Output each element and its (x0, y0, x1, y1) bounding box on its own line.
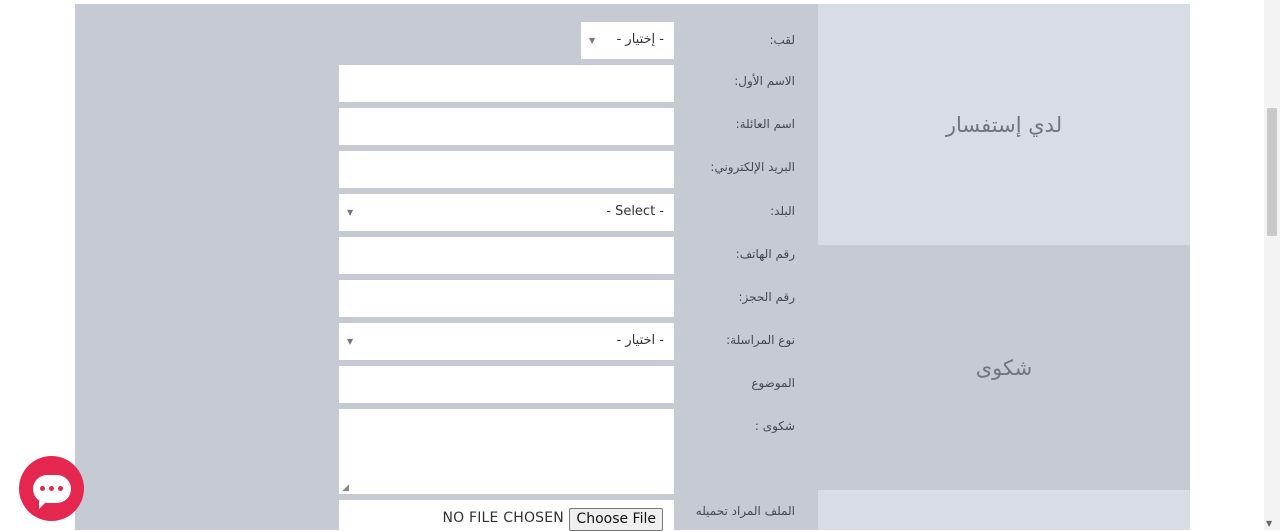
tab-inquiry[interactable]: لدي إستفسار (818, 4, 1190, 245)
subject-input[interactable] (339, 366, 674, 403)
resize-handle-icon[interactable]: ◢ (342, 483, 349, 493)
phone-label: رقم الهاتف: (735, 247, 795, 261)
first-name-input[interactable] (339, 65, 674, 102)
file-upload: NO FILE CHOSEN Choose File (339, 500, 674, 531)
correspondence-select[interactable]: - اختيار - ▼ (339, 323, 674, 360)
caret-down-icon: ▼ (347, 337, 354, 346)
last-name-input[interactable] (339, 108, 674, 145)
file-label: الملف المراد تحميله (695, 504, 795, 518)
choose-file-button[interactable]: Choose File (569, 508, 663, 531)
booking-label: رقم الحجز: (738, 290, 795, 304)
country-label: البلد: (770, 204, 795, 218)
tab-inquiry-label: لدي إستفسار (945, 112, 1063, 137)
correspondence-label: نوع المراسلة: (726, 333, 795, 347)
file-status: NO FILE CHOSEN (442, 510, 564, 526)
first-name-label: الاسم الأول: (734, 74, 795, 88)
chat-button[interactable] (19, 456, 84, 521)
scrollbar-thumb[interactable] (1267, 108, 1277, 236)
email-input[interactable] (339, 151, 674, 188)
country-select[interactable]: - Select - ▼ (339, 194, 674, 231)
complaint-textarea[interactable]: ◢ (339, 409, 674, 494)
correspondence-select-value: - اختيار - (616, 333, 664, 348)
scroll-down-icon[interactable]: ▼ (1266, 519, 1272, 528)
tab-complaint-label: شكوى (975, 355, 1033, 380)
tab-complaint[interactable]: شكوى (818, 245, 1190, 490)
subject-label: الموضوع (751, 376, 795, 390)
top-strip (1030, 0, 1190, 3)
phone-input[interactable] (339, 237, 674, 274)
chat-icon (32, 474, 71, 509)
tab-third[interactable] (818, 490, 1190, 530)
country-select-value: - Select - (606, 204, 664, 219)
scrollbar-track[interactable] (1264, 0, 1280, 530)
booking-input[interactable] (339, 280, 674, 317)
caret-down-icon: ▼ (347, 208, 354, 217)
last-name-label: اسم العائلة: (735, 117, 795, 131)
title-select[interactable]: - إختيار - ▼ (581, 22, 674, 59)
title-select-value: - إختيار - (616, 32, 664, 47)
complaint-label: شكوى : (754, 419, 795, 433)
caret-down-icon: ▼ (589, 36, 596, 45)
email-label: البريد الإلكتروني: (710, 160, 795, 174)
title-label: لقب: (769, 33, 795, 47)
